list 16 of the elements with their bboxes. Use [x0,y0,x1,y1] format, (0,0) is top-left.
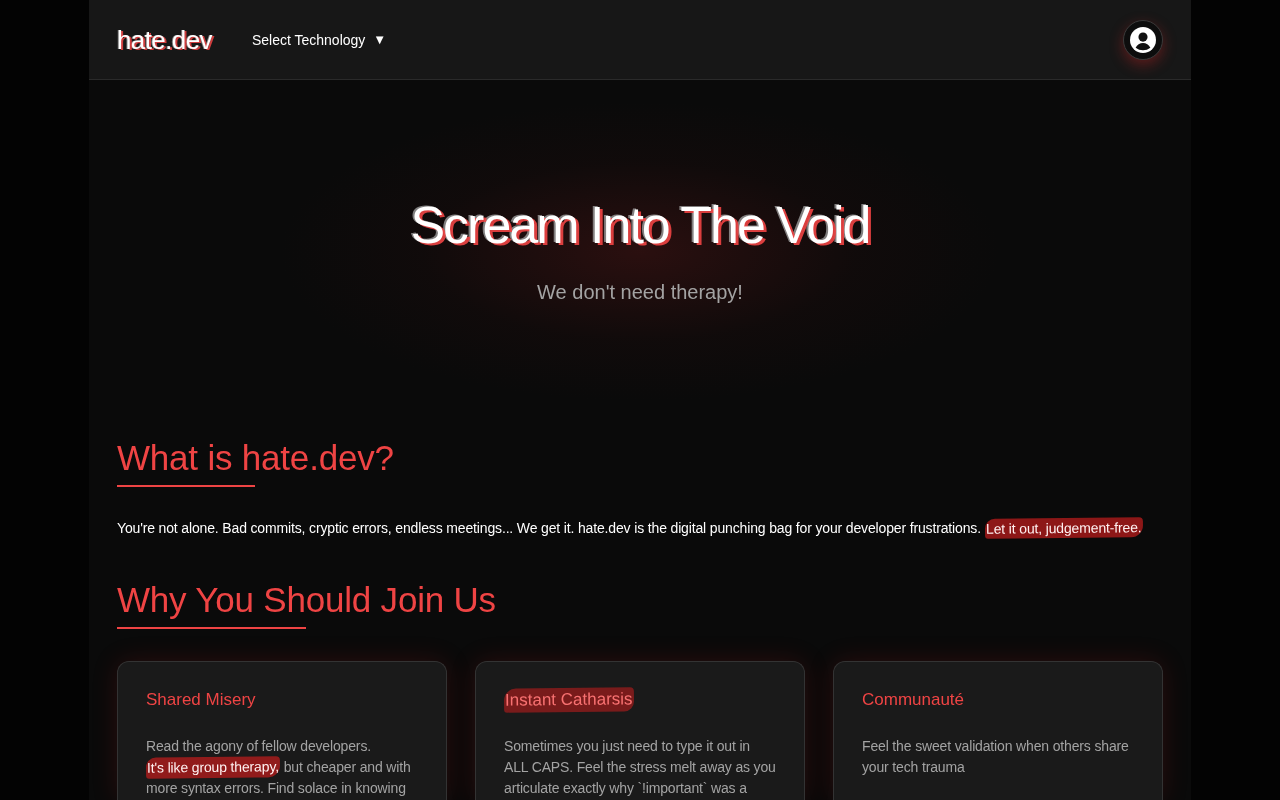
user-icon [1130,26,1156,53]
hero-subtitle: We don't need therapy! [537,280,743,305]
account-button[interactable] [1123,19,1163,60]
hero-title: Scream Into The Void [410,195,870,255]
section-heading: Why You Should Join Us [117,580,496,620]
section-heading: What is hate.dev? [117,438,394,478]
card-title: Instant Catharsis [503,687,634,713]
caret-icon: ▼ [373,29,387,50]
card-text: Read the agony of fellow developers. It's like group therapy, but cheaper and with more syntax errors. Find solace in knowing [146,737,412,798]
card-text: Feel the sweet validation when others share your tech trauma [862,737,1130,777]
logo-link[interactable]: hate.dev [117,23,212,56]
about-paragraph: You're not alone. Bad commits, cryptic errors, endless meetings... We get it. hate.dev is the digital punching bag for your developer frustrations. Let it out, judgement-free. [117,518,1143,538]
card-title: Shared Misery [146,689,256,711]
technology-dropdown[interactable]: Select Technology ▼ [251,29,387,50]
card-title: Communauté [862,689,965,711]
card-text: Sometimes you just need to type it out in ALL CAPS. Feel the stress melt away as you articulate exactly why `!important` was a [504,737,776,798]
